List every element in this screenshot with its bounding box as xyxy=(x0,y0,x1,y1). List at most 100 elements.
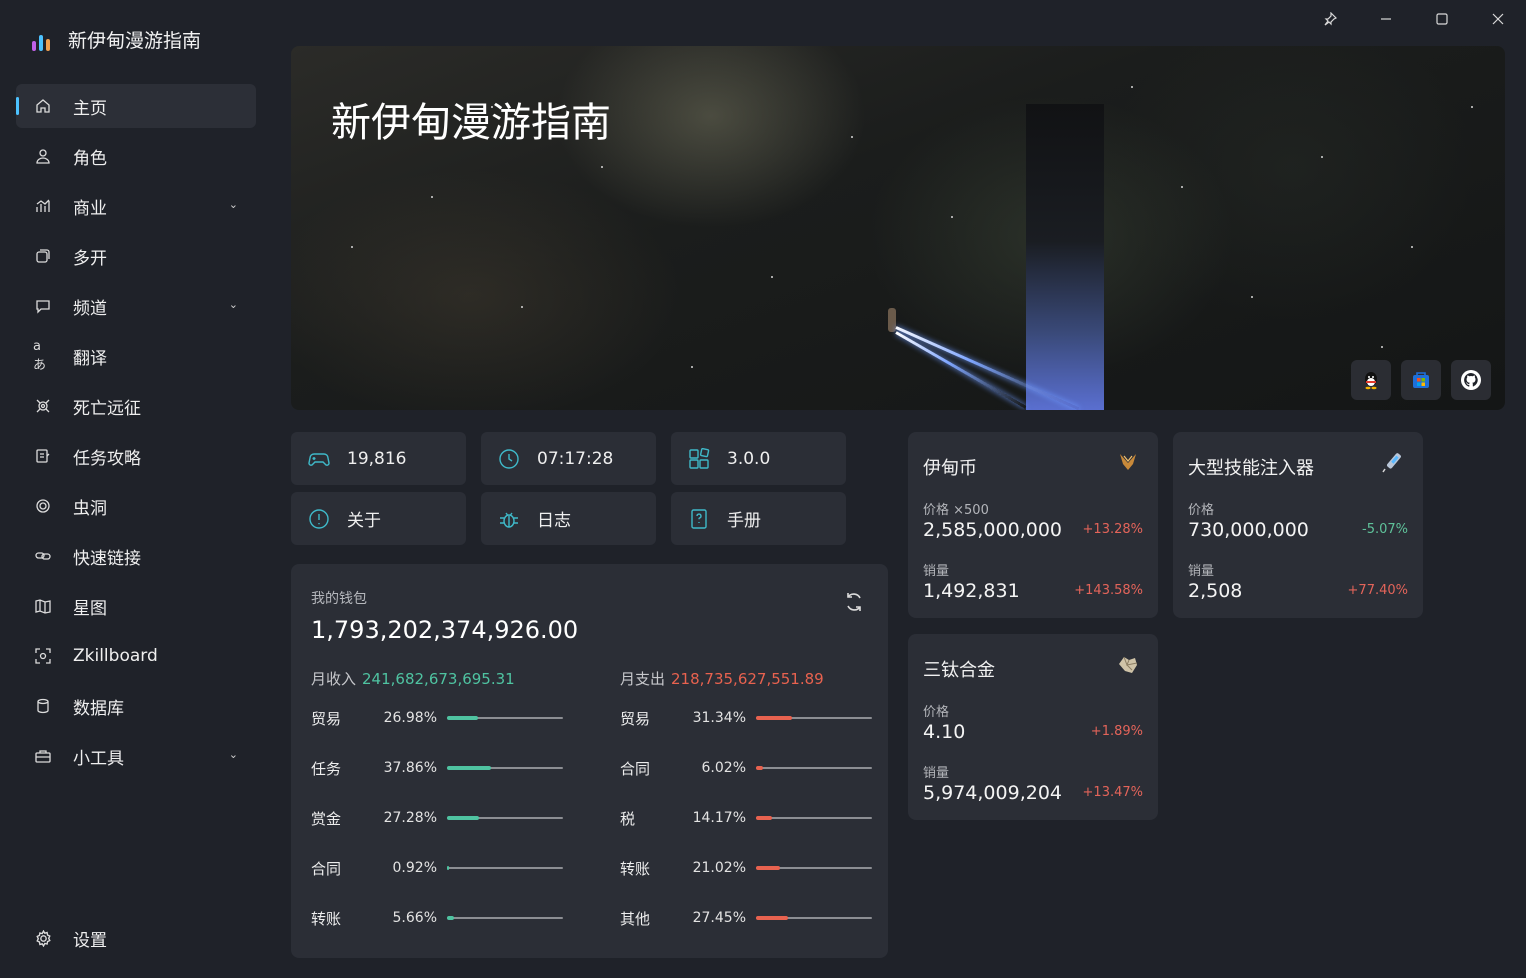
income-bar-fill xyxy=(447,816,479,820)
income-bar xyxy=(447,716,563,720)
chevron-down-icon[interactable]: ⌄ xyxy=(229,298,238,311)
expense-row-label: 税 xyxy=(620,809,636,828)
server-time-tile: 07:17:28 xyxy=(481,432,656,485)
expense-bar-fill xyxy=(756,816,773,820)
pin-icon[interactable] xyxy=(1302,0,1358,38)
database-icon xyxy=(33,696,53,716)
sidebar-item-label: 虫洞 xyxy=(73,498,107,519)
price-label: 价格 ×500 xyxy=(923,503,989,518)
version-tile[interactable]: 3.0.0 xyxy=(671,432,846,485)
injector-icon xyxy=(1381,450,1405,474)
sidebar-item-database[interactable]: 数据库 xyxy=(16,684,256,728)
expense-row-label: 合同 xyxy=(620,759,651,778)
maximize-icon[interactable] xyxy=(1414,0,1470,38)
chevron-down-icon[interactable]: ⌄ xyxy=(229,748,238,761)
income-row-label: 转账 xyxy=(311,909,342,928)
income-column: 月收入 241,682,673,695.31 贸易 26.98% 任务 37.86% … xyxy=(311,668,573,928)
qq-icon[interactable] xyxy=(1351,360,1391,400)
income-amount: 241,682,673,695.31 xyxy=(362,670,515,688)
sidebar: 主页 角色 商业 ⌄ 多开 频道 ⌄ aあ 翻译 死亡远征 任务攻略 虫洞 快速… xyxy=(16,84,256,784)
ship-beam xyxy=(895,331,1027,409)
price-label: 价格 xyxy=(923,705,950,720)
sidebar-item-multi[interactable]: 多开 xyxy=(16,234,256,278)
plex-card[interactable]: 伊甸币 价格 ×500 2,585,000,000 +13.28% 销量 1,4… xyxy=(908,432,1158,618)
sidebar-item-starmap[interactable]: 星图 xyxy=(16,584,256,628)
volume-value: 2,508 xyxy=(1188,580,1243,602)
income-bar xyxy=(447,766,563,770)
wallet-total: 1,793,202,374,926.00 xyxy=(311,616,579,644)
expense-row-pct: 14.17% xyxy=(692,810,746,826)
log-button[interactable]: 日志 xyxy=(481,492,656,545)
close-icon[interactable] xyxy=(1470,0,1526,38)
expense-column: 月支出 218,735,627,551.89 贸易 31.34% 合同 6.02% 税… xyxy=(620,668,882,928)
manual-button[interactable]: 手册 xyxy=(671,492,846,545)
income-bar xyxy=(447,916,563,920)
sidebar-item-label: 数据库 xyxy=(73,698,124,719)
sidebar-item-abyss[interactable]: 死亡远征 xyxy=(16,384,256,428)
sidebar-item-label: 角色 xyxy=(73,148,107,169)
injector-card[interactable]: 大型技能注入器 价格 730,000,000 -5.07% 销量 2,508 +… xyxy=(1173,432,1423,618)
price-value: 2,585,000,000 xyxy=(923,519,1063,541)
sidebar-item-character[interactable]: 角色 xyxy=(16,134,256,178)
expense-row: 税 14.17% xyxy=(620,808,882,828)
chart-icon xyxy=(33,196,53,216)
sidebar-item-settings[interactable]: 设置 xyxy=(16,916,256,960)
expense-bar xyxy=(756,816,872,820)
expense-row-label: 贸易 xyxy=(620,709,651,728)
server-time-value: 07:17:28 xyxy=(537,448,614,469)
refresh-icon[interactable] xyxy=(842,590,866,614)
card-title: 伊甸币 xyxy=(923,458,977,479)
expense-row-label: 转账 xyxy=(620,859,651,878)
store-icon[interactable] xyxy=(1401,360,1441,400)
sidebar-item-quicklinks[interactable]: 快速链接 xyxy=(16,534,256,578)
tritanium-card[interactable]: 三钛合金 价格 4.10 +1.89% 销量 5,974,009,204 +13… xyxy=(908,634,1158,820)
volume-value: 5,974,009,204 xyxy=(923,782,1063,804)
volume-change: +77.40% xyxy=(1347,583,1408,598)
sidebar-item-tools[interactable]: 小工具 ⌄ xyxy=(16,734,256,778)
sidebar-item-missions[interactable]: 任务攻略 xyxy=(16,434,256,478)
expense-bar xyxy=(756,766,872,770)
income-row-label: 贸易 xyxy=(311,709,342,728)
sidebar-item-label: 星图 xyxy=(73,598,107,619)
volume-label: 销量 xyxy=(1188,564,1215,579)
sidebar-item-business[interactable]: 商业 ⌄ xyxy=(16,184,256,228)
volume-label: 销量 xyxy=(923,766,950,781)
sidebar-item-label: 死亡远征 xyxy=(73,398,141,419)
income-row-pct: 0.92% xyxy=(392,860,437,876)
github-icon[interactable] xyxy=(1451,360,1491,400)
income-row: 赏金 27.28% xyxy=(311,808,573,828)
income-row-label: 任务 xyxy=(311,759,342,778)
income-bar-fill xyxy=(447,766,491,770)
banner-title: 新伊甸漫游指南 xyxy=(331,100,611,146)
chevron-down-icon[interactable]: ⌄ xyxy=(229,198,238,211)
price-change: +1.89% xyxy=(1090,724,1143,739)
gear-icon xyxy=(33,928,53,948)
clock-icon xyxy=(498,448,520,470)
expense-row-pct: 21.02% xyxy=(692,860,746,876)
price-value: 4.10 xyxy=(923,721,966,743)
sidebar-item-channel[interactable]: 频道 ⌄ xyxy=(16,284,256,328)
scan-icon xyxy=(33,646,53,666)
expense-row: 贸易 31.34% xyxy=(620,708,882,728)
income-bar xyxy=(447,866,563,870)
expense-bar-fill xyxy=(756,866,781,870)
version-value: 3.0.0 xyxy=(727,448,771,469)
expense-row-label: 其他 xyxy=(620,909,651,928)
about-button[interactable]: 关于 xyxy=(291,492,466,545)
app-title-text: 新伊甸漫游指南 xyxy=(68,30,202,52)
log-label: 日志 xyxy=(537,511,571,531)
income-row-label: 合同 xyxy=(311,859,342,878)
sidebar-item-wormhole[interactable]: 虫洞 xyxy=(16,484,256,528)
chat-icon xyxy=(33,296,53,316)
sidebar-item-zkillboard[interactable]: Zkillboard xyxy=(16,634,256,678)
hero-banner: 新伊甸漫游指南 xyxy=(291,46,1505,410)
expense-row: 其他 27.45% xyxy=(620,908,882,928)
income-row-pct: 27.28% xyxy=(383,810,437,826)
minimize-icon[interactable] xyxy=(1358,0,1414,38)
info-icon xyxy=(308,508,330,530)
income-row-pct: 26.98% xyxy=(383,710,437,726)
income-row-pct: 37.86% xyxy=(383,760,437,776)
notes-icon xyxy=(33,446,53,466)
sidebar-item-home[interactable]: 主页 xyxy=(16,84,256,128)
sidebar-item-translate[interactable]: aあ 翻译 xyxy=(16,334,256,378)
